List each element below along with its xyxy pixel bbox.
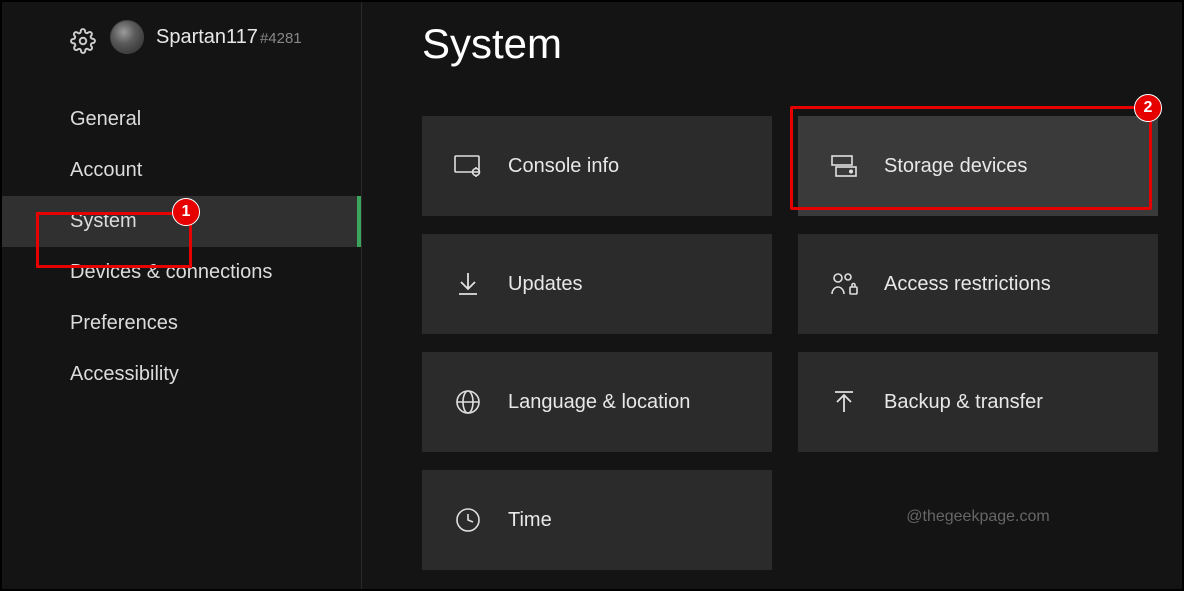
upload-icon [830, 388, 858, 416]
usertag-label: #4281 [260, 30, 302, 47]
storage-icon [830, 152, 858, 180]
settings-window: Spartan117#4281 General Account System D… [0, 0, 1184, 591]
sidebar-nav: General Account System Devices & connect… [2, 94, 361, 400]
sidebar-item-devices-connections[interactable]: Devices & connections [2, 247, 361, 298]
gear-icon [70, 28, 96, 54]
tile-time[interactable]: Time [422, 470, 772, 570]
tile-label: Time [508, 509, 552, 532]
sidebar-item-label: Devices & connections [70, 261, 272, 283]
annotation-badge-2: 2 [1134, 94, 1162, 122]
tile-label: Access restrictions [884, 273, 1051, 296]
tile-label: Storage devices [884, 155, 1027, 178]
download-icon [454, 270, 482, 298]
tile-label: Language & location [508, 391, 690, 414]
settings-tiles: Console info Storage devices [422, 116, 1182, 570]
tile-label: Updates [508, 273, 583, 296]
sidebar: Spartan117#4281 General Account System D… [2, 2, 362, 589]
sidebar-item-account[interactable]: Account [2, 145, 361, 196]
clock-icon [454, 506, 482, 534]
sidebar-item-label: System [70, 210, 137, 232]
monitor-gear-icon [454, 152, 482, 180]
tile-label: Backup & transfer [884, 391, 1043, 414]
page-title: System [422, 20, 1182, 68]
tile-access-restrictions[interactable]: Access restrictions [798, 234, 1158, 334]
profile-header[interactable]: Spartan117#4281 [2, 20, 361, 54]
avatar [110, 20, 144, 54]
profile-name: Spartan117#4281 [156, 26, 302, 49]
people-lock-icon [830, 270, 858, 298]
tile-backup-transfer[interactable]: Backup & transfer [798, 352, 1158, 452]
username-label: Spartan117 [156, 26, 258, 48]
tile-console-info[interactable]: Console info [422, 116, 772, 216]
sidebar-item-label: General [70, 108, 141, 130]
sidebar-item-general[interactable]: General [2, 94, 361, 145]
tile-language-location[interactable]: Language & location [422, 352, 772, 452]
tile-updates[interactable]: Updates [422, 234, 772, 334]
sidebar-item-label: Account [70, 159, 142, 181]
tile-label: Console info [508, 155, 619, 178]
sidebar-item-label: Preferences [70, 312, 178, 334]
annotation-badge-1: 1 [172, 198, 200, 226]
sidebar-item-preferences[interactable]: Preferences [2, 298, 361, 349]
globe-icon [454, 388, 482, 416]
watermark: @thegeekpage.com [798, 470, 1158, 570]
sidebar-item-accessibility[interactable]: Accessibility [2, 349, 361, 400]
sidebar-item-label: Accessibility [70, 363, 179, 385]
tile-storage-devices[interactable]: Storage devices [798, 116, 1158, 216]
main-panel: System Console info [362, 2, 1182, 589]
